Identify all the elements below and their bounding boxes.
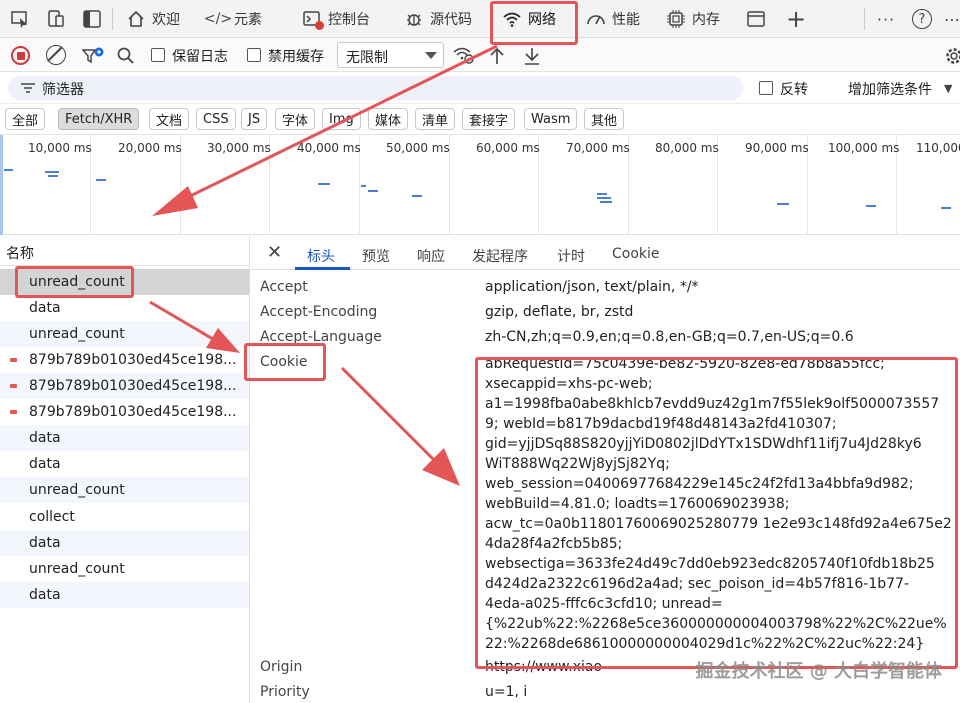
arrow-line bbox=[149, 300, 219, 344]
annotation-arrows bbox=[149, 44, 498, 486]
arrow-line bbox=[340, 366, 438, 464]
arrow-line bbox=[177, 44, 498, 204]
watermark-text: 掘金技术社区 @ 大白学智能体 bbox=[695, 661, 942, 682]
arrow-head bbox=[206, 328, 240, 353]
arrow-head bbox=[152, 186, 198, 216]
